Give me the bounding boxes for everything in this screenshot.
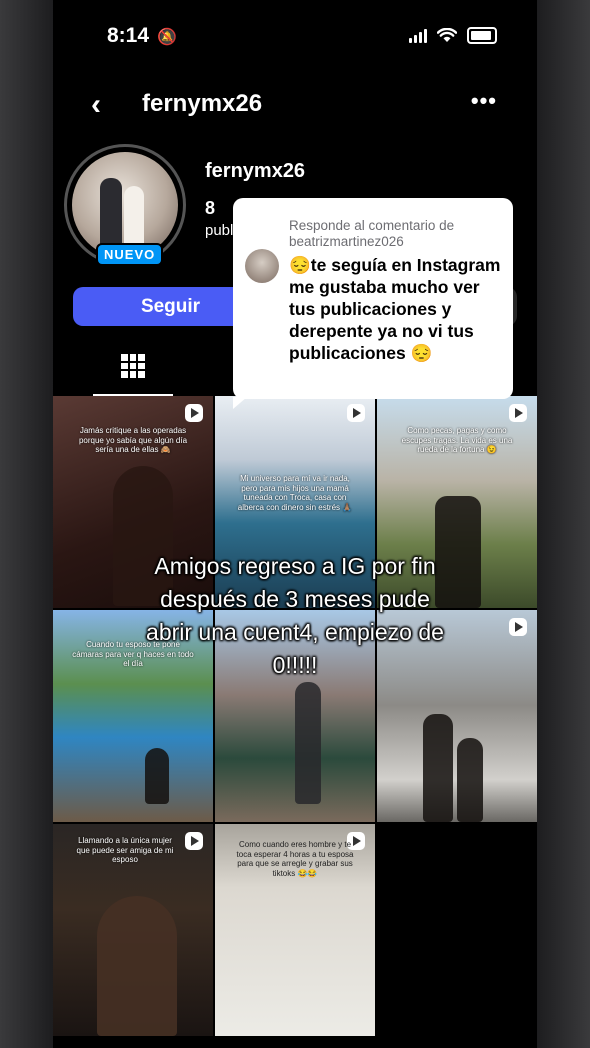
reply-label: Responde al comentario de beatrizmartine… [289,218,455,250]
comment-text: 😔te seguía en Instagram me gustaba mucho… [289,255,501,363]
wifi-icon [437,28,457,42]
grid-icon [121,354,145,378]
cellular-signal-icon [409,28,427,43]
page-title: fernymx26 [142,90,263,117]
post-thumbnail[interactable]: Llamando a la única mujer que puede ser … [53,824,213,1036]
post-caption: Como cuando eres hombre y te toca espera… [236,840,354,878]
profile-username: fernymx26 [205,160,306,182]
post-caption: Jamás critique a las operadas porque yo … [78,426,188,455]
reel-icon [347,404,365,422]
reel-icon [185,832,203,850]
back-icon[interactable]: ‹ [91,88,101,122]
more-options-icon[interactable]: ••• [471,88,497,114]
new-badge: NUEVO [96,243,164,266]
posts-count: 8 [205,198,216,218]
posts-label: publ [205,222,234,239]
comment-reply-sticker[interactable]: Responde al comentario de beatrizmartine… [233,198,513,409]
post-caption: Llamando a la única mujer que puede ser … [76,836,174,865]
silent-bell-icon: 🔕 [157,29,177,46]
battery-icon [467,27,497,44]
post-caption: Mi universo para mí va ir nada, pero par… [237,474,353,512]
post-caption: Como pecas, pagas y como escupes tragas.… [401,426,513,455]
video-overlay-text: Amigos regreso a IG por fin después de 3… [146,553,444,678]
phone-screen: 8:14 🔕 ‹ fernymx26 ••• NUEVO fernymx26 8… [53,0,537,1048]
status-icons [409,27,497,44]
post-thumbnail[interactable]: Como cuando eres hombre y te toca espera… [215,824,375,1036]
tab-grid[interactable] [93,350,173,396]
reel-icon [509,404,527,422]
background-left [0,0,53,1048]
status-time: 8:14 [107,24,150,47]
background-right [537,0,590,1048]
reel-icon [185,404,203,422]
commenter-avatar [245,249,279,283]
